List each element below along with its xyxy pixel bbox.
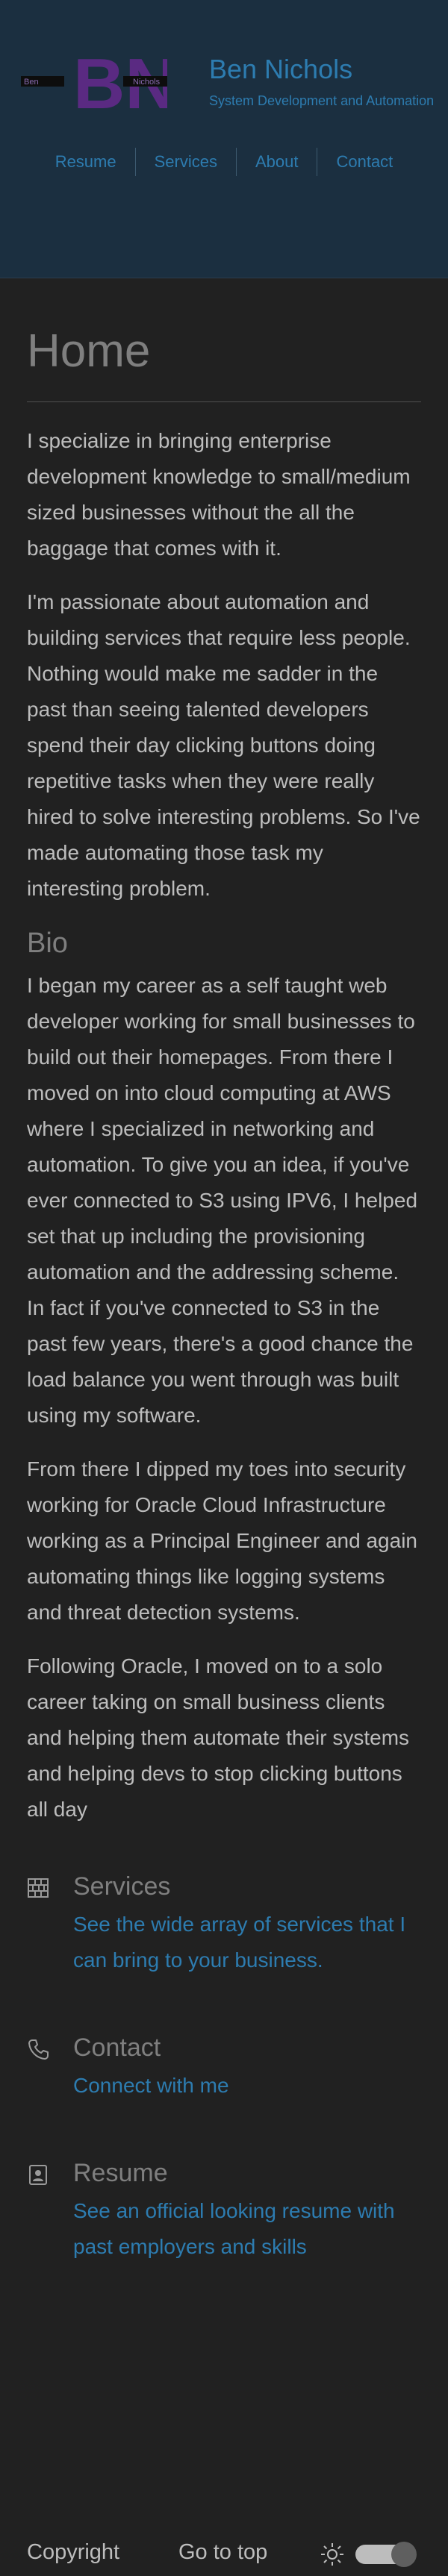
bio-paragraph: Following Oracle, I moved on to a solo c…	[27, 1654, 410, 1822]
resume-link[interactable]: See an official looking resume with past…	[73, 2193, 421, 2265]
bio-paragraph: I began my career as a self taught web d…	[27, 974, 418, 1428]
contact-heading: Contact	[73, 2033, 161, 2063]
nav-about[interactable]: About	[237, 148, 317, 176]
logo[interactable]: BN Ben Nichols	[21, 49, 167, 117]
intro-paragraph: I specialize in bringing enterprise deve…	[27, 429, 411, 560]
logo-small-left: Ben	[24, 78, 39, 87]
services-grid-icon	[28, 1878, 49, 1898]
phone-icon	[28, 2039, 49, 2060]
site-footer: Copyright Go to top	[27, 2531, 423, 2576]
main-nav: Resume Services About Contact	[0, 147, 448, 177]
site-header: BN Ben Nichols Ben Nichols System Develo…	[0, 0, 448, 278]
nav-services[interactable]: Services	[136, 148, 236, 176]
services-heading: Services	[73, 1872, 171, 1901]
copyright-text: Copyright	[27, 2540, 120, 2564]
toggle-knob[interactable]	[391, 2542, 417, 2567]
site-title[interactable]: Ben Nichols	[209, 54, 352, 85]
resume-badge-icon	[29, 2165, 47, 2186]
contact-section: Contact Connect with me	[27, 2029, 421, 2104]
nav-contact[interactable]: Contact	[317, 148, 411, 176]
sun-icon	[321, 2543, 343, 2566]
go-to-top-link[interactable]: Go to top	[178, 2540, 267, 2565]
resume-section: Resume See an official looking resume wi…	[27, 2154, 421, 2265]
bio-heading: Bio	[27, 928, 68, 960]
page-title: Home	[27, 325, 151, 377]
services-link[interactable]: See the wide array of services that I ca…	[73, 1907, 421, 1978]
main-content: Home I specialize in bringing enterprise…	[27, 278, 421, 2265]
theme-toggle[interactable]	[355, 2542, 417, 2567]
logo-small-right: Nichols	[133, 78, 161, 87]
services-section: Services See the wide array of services …	[27, 1868, 421, 1978]
intro-paragraph: I'm passionate about automation and buil…	[27, 590, 420, 901]
resume-heading: Resume	[73, 2159, 168, 2188]
contact-link[interactable]: Connect with me	[73, 2068, 421, 2104]
site-tagline: System Development and Automation	[209, 93, 435, 108]
bio-paragraph: From there I dipped my toes into securit…	[27, 1457, 417, 1625]
title-divider	[27, 401, 421, 403]
nav-resume[interactable]: Resume	[37, 148, 135, 176]
